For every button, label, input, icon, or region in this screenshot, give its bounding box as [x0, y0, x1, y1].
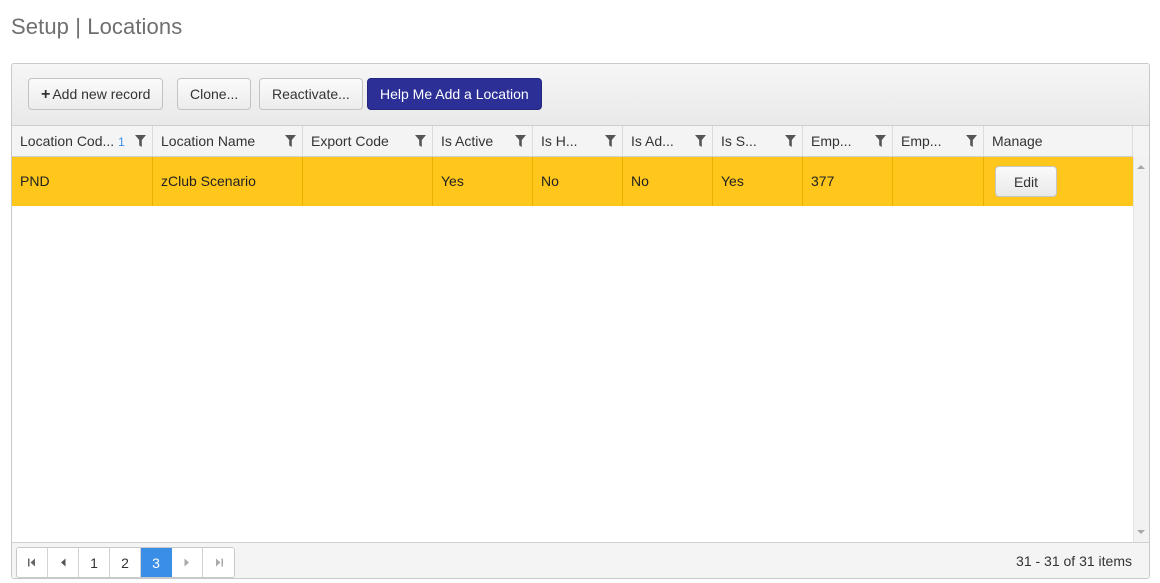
filter-icon[interactable] — [875, 135, 886, 147]
filter-icon[interactable] — [605, 135, 616, 147]
last-page-button[interactable] — [203, 548, 234, 577]
cell-is-ad: No — [623, 157, 713, 206]
column-header-export-code[interactable]: Export Code — [303, 126, 433, 156]
filter-icon[interactable] — [415, 135, 426, 147]
cell-manage: Edit — [984, 157, 1133, 206]
cell-emp-1: 377 — [803, 157, 893, 206]
page-button-3-current[interactable]: 3 — [141, 548, 172, 577]
scroll-down-arrow-icon[interactable] — [1137, 530, 1145, 534]
header-scroll-spacer — [1133, 126, 1149, 157]
column-label: Location Name — [161, 133, 256, 149]
column-label: Is H... — [541, 133, 578, 149]
column-header-emp-1[interactable]: Emp... — [803, 126, 893, 156]
add-new-record-button[interactable]: + Add new record — [28, 78, 164, 110]
filter-icon[interactable] — [515, 135, 526, 147]
locations-grid: + Add new record Clone... Reactivate... H… — [11, 63, 1150, 579]
next-page-icon — [184, 558, 189, 567]
filter-icon[interactable] — [695, 135, 706, 147]
column-header-emp-2[interactable]: Emp... — [893, 126, 984, 156]
cell-is-h: No — [533, 157, 623, 206]
grid-header: Location Cod... 1 Location Name Export Co… — [12, 126, 1149, 157]
column-header-is-ad[interactable]: Is Ad... — [623, 126, 713, 156]
grid-toolbar: + Add new record Clone... Reactivate... H… — [12, 64, 1149, 126]
first-page-icon — [28, 558, 35, 567]
previous-page-button[interactable] — [48, 548, 79, 577]
previous-page-icon — [61, 558, 66, 567]
cell-export-code — [303, 157, 433, 206]
reactivate-button[interactable]: Reactivate... — [259, 78, 363, 110]
grid-body: PND zClub Scenario Yes No No Yes 377 Edi… — [12, 157, 1133, 542]
next-page-button[interactable] — [172, 548, 203, 577]
column-label: Export Code — [311, 133, 389, 149]
filter-icon[interactable] — [285, 135, 296, 147]
column-header-manage: Manage — [984, 126, 1133, 156]
clone-button[interactable]: Clone... — [177, 78, 252, 110]
column-header-is-active[interactable]: Is Active — [433, 126, 533, 156]
column-label: Emp... — [901, 133, 942, 149]
help-add-location-button[interactable]: Help Me Add a Location — [367, 78, 542, 110]
column-header-location-name[interactable]: Location Name — [153, 126, 303, 156]
filter-icon[interactable] — [135, 135, 146, 147]
column-label: Emp... — [811, 133, 852, 149]
page-title: Setup | Locations — [11, 14, 183, 39]
filter-icon[interactable] — [966, 135, 977, 147]
column-label: Location Cod... — [20, 133, 115, 149]
first-page-button[interactable] — [17, 548, 48, 577]
page-button-1[interactable]: 1 — [79, 548, 110, 577]
page-button-2[interactable]: 2 — [110, 548, 141, 577]
scroll-up-arrow-icon[interactable] — [1137, 165, 1145, 169]
pager-buttons: 1 2 3 — [16, 547, 235, 578]
pager: 1 2 3 31 - 31 of 31 items — [12, 542, 1149, 578]
column-label: Manage — [992, 133, 1043, 149]
table-row[interactable]: PND zClub Scenario Yes No No Yes 377 Edi… — [12, 157, 1133, 206]
cell-is-active: Yes — [433, 157, 533, 206]
cell-location-name: zClub Scenario — [153, 157, 303, 206]
sort-order-indicator: 1 — [118, 135, 125, 149]
vertical-scrollbar[interactable] — [1133, 157, 1149, 542]
pager-info: 31 - 31 of 31 items — [1016, 553, 1132, 569]
last-page-icon — [215, 558, 223, 567]
filter-icon[interactable] — [785, 135, 796, 147]
column-header-is-s[interactable]: Is S... — [713, 126, 803, 156]
column-label: Is S... — [721, 133, 757, 149]
column-label: Is Active — [441, 133, 494, 149]
column-label: Is Ad... — [631, 133, 674, 149]
column-header-is-h[interactable]: Is H... — [533, 126, 623, 156]
cell-emp-2 — [893, 157, 984, 206]
cell-is-s: Yes — [713, 157, 803, 206]
column-header-location-code[interactable]: Location Cod... 1 — [12, 126, 153, 156]
plus-icon: + — [41, 86, 51, 103]
cell-location-code: PND — [12, 157, 153, 206]
edit-button[interactable]: Edit — [995, 166, 1057, 197]
add-new-record-label: Add new record — [52, 86, 151, 102]
